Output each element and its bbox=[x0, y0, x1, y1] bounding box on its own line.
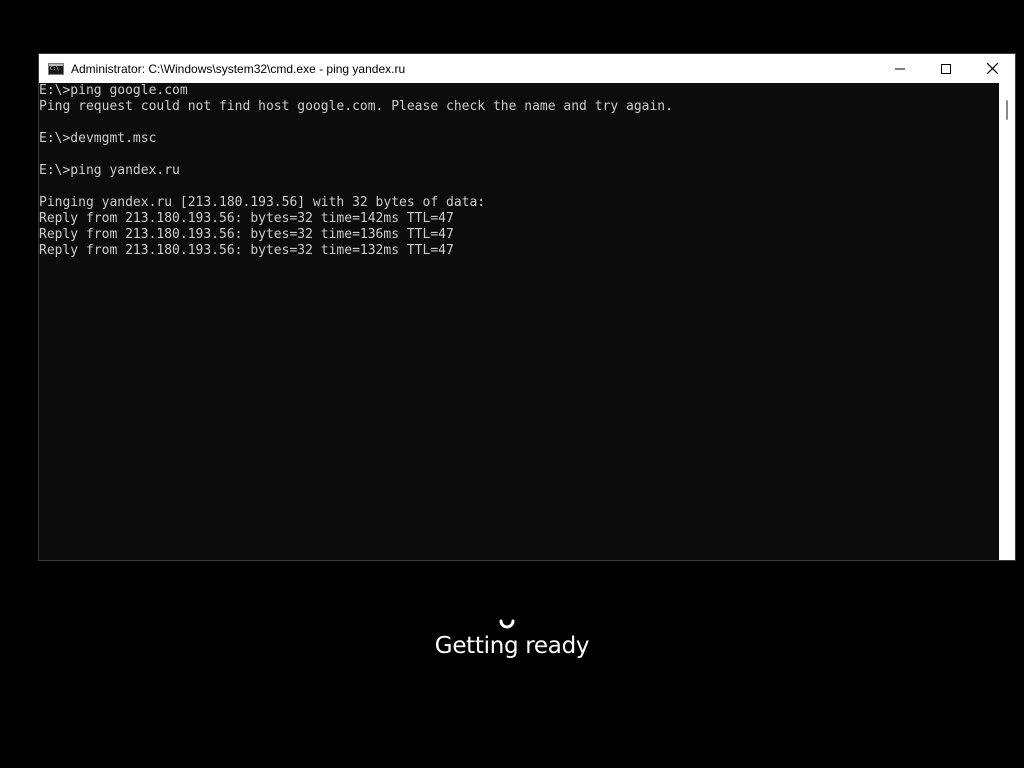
close-icon bbox=[986, 63, 998, 74]
console-line: E:\>ping yandex.ru bbox=[39, 163, 180, 178]
window-titlebar[interactable]: Administrator: C:\Windows\system32\cmd.e… bbox=[39, 54, 1015, 83]
vertical-scrollbar[interactable] bbox=[999, 83, 1015, 560]
loading-spinner-icon bbox=[499, 619, 515, 629]
console-line: E:\>devmgmt.msc bbox=[39, 131, 157, 146]
console-line: Pinging yandex.ru [213.180.193.56] with … bbox=[39, 195, 486, 210]
minimize-button[interactable] bbox=[877, 54, 923, 83]
console-line: Reply from 213.180.193.56: bytes=32 time… bbox=[39, 243, 454, 258]
minimize-icon bbox=[895, 68, 905, 69]
cmd-window[interactable]: Administrator: C:\Windows\system32\cmd.e… bbox=[38, 53, 1016, 561]
cmd-icon bbox=[48, 62, 64, 75]
scrollbar-thumb[interactable] bbox=[1006, 100, 1008, 120]
window-controls bbox=[877, 54, 1015, 83]
status-message: Getting ready bbox=[434, 633, 590, 659]
maximize-icon bbox=[941, 63, 951, 74]
console-line: Reply from 213.180.193.56: bytes=32 time… bbox=[39, 227, 454, 242]
console-line: E:\>ping google.com bbox=[39, 83, 188, 98]
console-line: Ping request could not find host google.… bbox=[39, 99, 673, 114]
console-output[interactable]: E:\>ping google.com Ping request could n… bbox=[39, 83, 999, 560]
desktop: Administrator: C:\Windows\system32\cmd.e… bbox=[0, 0, 1024, 768]
maximize-button[interactable] bbox=[923, 54, 969, 83]
console-line: Reply from 213.180.193.56: bytes=32 time… bbox=[39, 211, 454, 226]
close-button[interactable] bbox=[969, 54, 1015, 83]
window-title: Administrator: C:\Windows\system32\cmd.e… bbox=[71, 61, 406, 76]
